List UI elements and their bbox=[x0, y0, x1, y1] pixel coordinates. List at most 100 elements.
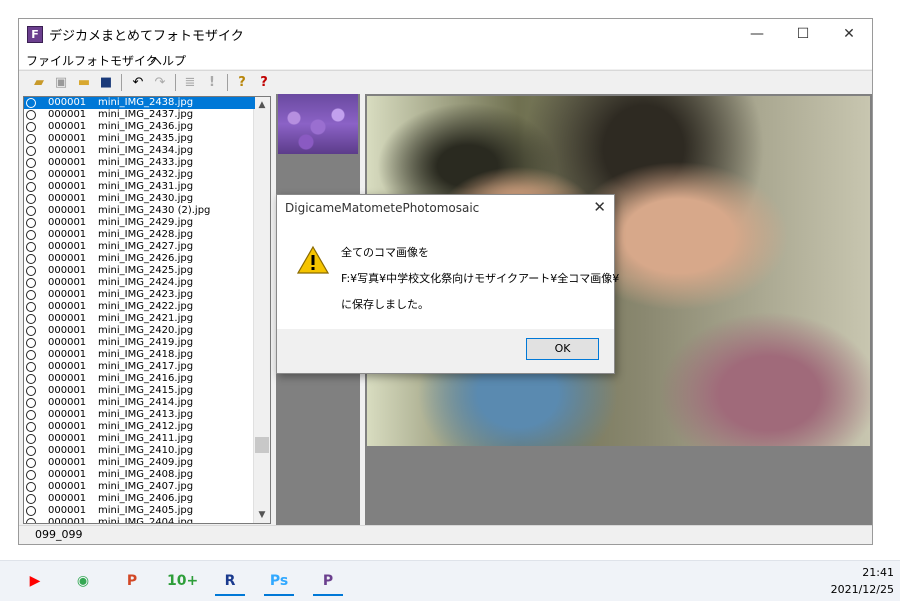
file-list-item[interactable]: 000001 mini_IMG_2431.jpg bbox=[24, 181, 255, 193]
dialog-close-icon[interactable]: ✕ bbox=[593, 198, 606, 216]
file-list-item[interactable]: 000001 mini_IMG_2411.jpg bbox=[24, 433, 255, 445]
radio-icon[interactable] bbox=[26, 458, 36, 468]
ok-button[interactable]: OK bbox=[526, 338, 599, 360]
list-icon[interactable]: ≣ bbox=[181, 74, 199, 91]
file-list-item[interactable]: 000001 mini_IMG_2427.jpg bbox=[24, 241, 255, 253]
file-list-item[interactable]: 000001 mini_IMG_2408.jpg bbox=[24, 469, 255, 481]
app-p-icon[interactable]: P bbox=[313, 566, 343, 596]
file-list-item[interactable]: 000001 mini_IMG_2404.jpg bbox=[24, 517, 255, 523]
radio-icon[interactable] bbox=[26, 170, 36, 180]
file-list-item[interactable]: 000001 mini_IMG_2410.jpg bbox=[24, 445, 255, 457]
file-list-item[interactable]: 000001 mini_IMG_2437.jpg bbox=[24, 109, 255, 121]
radio-icon[interactable] bbox=[26, 518, 36, 523]
file-list-item[interactable]: 000001 mini_IMG_2435.jpg bbox=[24, 133, 255, 145]
thumbnail-image[interactable] bbox=[278, 94, 358, 154]
file-list-item[interactable]: 000001 mini_IMG_2434.jpg bbox=[24, 145, 255, 157]
radio-icon[interactable] bbox=[26, 302, 36, 312]
file-list-item[interactable]: 000001 mini_IMG_2438.jpg bbox=[24, 97, 255, 109]
file-list-item[interactable]: 000001 mini_IMG_2420.jpg bbox=[24, 325, 255, 337]
image-icon[interactable]: ▣ bbox=[52, 74, 70, 91]
radio-icon[interactable] bbox=[26, 194, 36, 204]
file-list-item[interactable]: 000001 mini_IMG_2430.jpg bbox=[24, 193, 255, 205]
close-button[interactable]: ✕ bbox=[826, 19, 872, 49]
file-list-item[interactable]: 000001 mini_IMG_2418.jpg bbox=[24, 349, 255, 361]
file-list-item[interactable]: 000001 mini_IMG_2423.jpg bbox=[24, 289, 255, 301]
radio-icon[interactable] bbox=[26, 386, 36, 396]
file-list-item[interactable]: 000001 mini_IMG_2421.jpg bbox=[24, 313, 255, 325]
file-list-item[interactable]: 000001 mini_IMG_2419.jpg bbox=[24, 337, 255, 349]
file-list-item[interactable]: 000001 mini_IMG_2405.jpg bbox=[24, 505, 255, 517]
file-list-item[interactable]: 000001 mini_IMG_2406.jpg bbox=[24, 493, 255, 505]
radio-icon[interactable] bbox=[26, 134, 36, 144]
radio-icon[interactable] bbox=[26, 326, 36, 336]
scroll-down-icon[interactable]: ▼ bbox=[254, 507, 270, 523]
undo-icon[interactable]: ↶ bbox=[129, 74, 147, 91]
app-10plus-icon[interactable]: 10+ bbox=[167, 566, 198, 596]
radio-icon[interactable] bbox=[26, 254, 36, 264]
file-list-item[interactable]: 000001 mini_IMG_2424.jpg bbox=[24, 277, 255, 289]
powerpoint-icon[interactable]: P bbox=[117, 566, 147, 596]
radio-icon[interactable] bbox=[26, 374, 36, 384]
youtube-icon[interactable]: ▶ bbox=[20, 566, 50, 596]
file-list-item[interactable]: 000001 mini_IMG_2412.jpg bbox=[24, 421, 255, 433]
radio-icon[interactable] bbox=[26, 350, 36, 360]
radio-icon[interactable] bbox=[26, 446, 36, 456]
radio-icon[interactable] bbox=[26, 122, 36, 132]
save-icon[interactable]: ■ bbox=[97, 74, 115, 91]
help-icon[interactable]: ? bbox=[233, 74, 251, 91]
exclamation-icon[interactable]: ! bbox=[203, 74, 221, 91]
radio-icon[interactable] bbox=[26, 278, 36, 288]
file-list-item[interactable]: 000001 mini_IMG_2414.jpg bbox=[24, 397, 255, 409]
radio-icon[interactable] bbox=[26, 362, 36, 372]
radio-icon[interactable] bbox=[26, 242, 36, 252]
minimize-button[interactable]: — bbox=[734, 19, 780, 49]
file-list-item[interactable]: 000001 mini_IMG_2436.jpg bbox=[24, 121, 255, 133]
file-list-item[interactable]: 000001 mini_IMG_2422.jpg bbox=[24, 301, 255, 313]
app-r-icon[interactable]: R bbox=[215, 566, 245, 596]
taskbar-clock[interactable]: 21:41 2021/12/25 bbox=[831, 564, 894, 598]
scroll-thumb[interactable] bbox=[255, 437, 269, 453]
context-help-icon[interactable]: ? bbox=[255, 74, 273, 91]
chrome-icon[interactable]: ◉ bbox=[68, 566, 98, 596]
radio-icon[interactable] bbox=[26, 434, 36, 444]
file-list-item[interactable]: 000001 mini_IMG_2433.jpg bbox=[24, 157, 255, 169]
file-list-item[interactable]: 000001 mini_IMG_2407.jpg bbox=[24, 481, 255, 493]
file-list-item[interactable]: 000001 mini_IMG_2425.jpg bbox=[24, 265, 255, 277]
radio-icon[interactable] bbox=[26, 158, 36, 168]
title-bar[interactable]: F デジカメまとめてフォトモザイク — ☐ ✕ bbox=[19, 19, 872, 49]
redo-icon[interactable]: ↷ bbox=[151, 74, 169, 91]
photoshop-icon[interactable]: Ps bbox=[264, 566, 294, 596]
radio-icon[interactable] bbox=[26, 506, 36, 516]
radio-icon[interactable] bbox=[26, 470, 36, 480]
radio-icon[interactable] bbox=[26, 494, 36, 504]
radio-icon[interactable] bbox=[26, 410, 36, 420]
radio-icon[interactable] bbox=[26, 206, 36, 216]
radio-icon[interactable] bbox=[26, 422, 36, 432]
menu-help[interactable]: ヘルプ bbox=[150, 52, 186, 69]
radio-icon[interactable] bbox=[26, 482, 36, 492]
file-list-item[interactable]: 000001 mini_IMG_2416.jpg bbox=[24, 373, 255, 385]
radio-icon[interactable] bbox=[26, 218, 36, 228]
radio-icon[interactable] bbox=[26, 98, 36, 108]
radio-icon[interactable] bbox=[26, 398, 36, 408]
radio-icon[interactable] bbox=[26, 230, 36, 240]
file-list-item[interactable]: 000001 mini_IMG_2428.jpg bbox=[24, 229, 255, 241]
file-list-scrollbar[interactable]: ▲ ▼ bbox=[253, 97, 270, 523]
folder-icon[interactable]: ▬ bbox=[75, 74, 93, 91]
file-list-item[interactable]: 000001 mini_IMG_2430 (2).jpg bbox=[24, 205, 255, 217]
file-list-item[interactable]: 000001 mini_IMG_2413.jpg bbox=[24, 409, 255, 421]
file-list-item[interactable]: 000001 mini_IMG_2429.jpg bbox=[24, 217, 255, 229]
file-list-item[interactable]: 000001 mini_IMG_2415.jpg bbox=[24, 385, 255, 397]
radio-icon[interactable] bbox=[26, 290, 36, 300]
radio-icon[interactable] bbox=[26, 314, 36, 324]
radio-icon[interactable] bbox=[26, 338, 36, 348]
file-list[interactable]: ▲ ▼ 000001 mini_IMG_2438.jpg 000001 mini_IM… bbox=[23, 96, 271, 524]
radio-icon[interactable] bbox=[26, 266, 36, 276]
radio-icon[interactable] bbox=[26, 110, 36, 120]
file-list-item[interactable]: 000001 mini_IMG_2432.jpg bbox=[24, 169, 255, 181]
file-list-item[interactable]: 000001 mini_IMG_2409.jpg bbox=[24, 457, 255, 469]
scroll-up-icon[interactable]: ▲ bbox=[254, 97, 270, 113]
file-list-item[interactable]: 000001 mini_IMG_2426.jpg bbox=[24, 253, 255, 265]
menu-file[interactable]: ファイル bbox=[26, 52, 74, 69]
file-list-item[interactable]: 000001 mini_IMG_2417.jpg bbox=[24, 361, 255, 373]
